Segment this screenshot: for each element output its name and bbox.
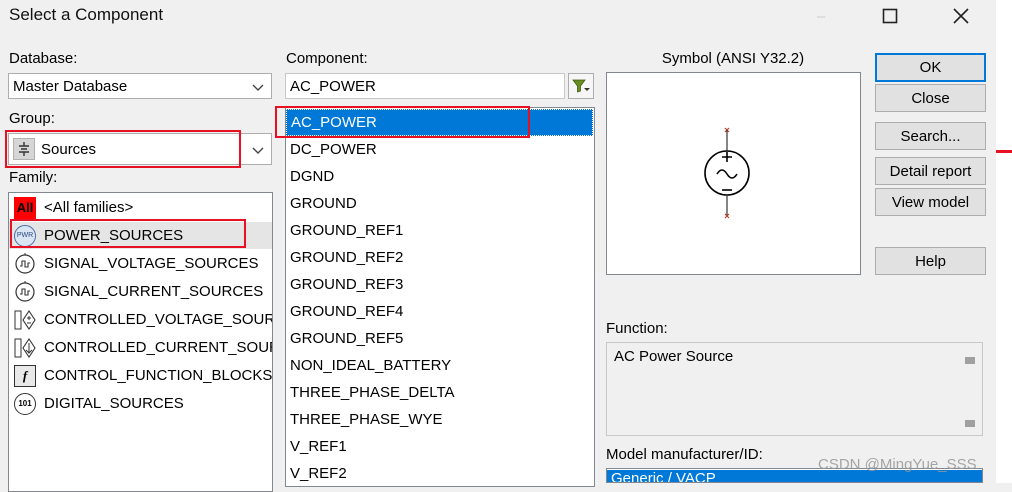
- family-item-control-function[interactable]: f CONTROL_FUNCTION_BLOCKS: [9, 362, 272, 389]
- scroll-up-icon[interactable]: [965, 357, 975, 364]
- database-value: Master Database: [13, 77, 128, 95]
- component-list[interactable]: AC_POWER DC_POWER DGND GROUND GROUND_REF…: [285, 107, 595, 487]
- component-item-label: GROUND_REF5: [290, 330, 404, 347]
- view-model-button[interactable]: View model: [875, 188, 986, 216]
- ac-source-symbol-icon: [704, 127, 750, 219]
- component-item[interactable]: GROUND: [286, 190, 357, 217]
- family-item-label: CONTROL_FUNCTION_BLOCKS: [44, 367, 273, 384]
- component-item[interactable]: DGND: [286, 163, 334, 190]
- minimize-button[interactable]: –: [798, 0, 844, 32]
- component-item-label: V_REF1: [290, 438, 347, 455]
- pwr-icon: PWR: [14, 224, 36, 247]
- component-item-label: V_REF2: [290, 465, 347, 482]
- function-textbox[interactable]: AC Power Source: [606, 342, 983, 436]
- family-item-digital[interactable]: 101 DIGITAL_SOURCES: [9, 390, 272, 417]
- window-title: Select a Component: [9, 5, 164, 24]
- component-item[interactable]: GROUND_REF5: [286, 325, 403, 352]
- watermark-text: CSDN @MingYue_SSS: [818, 456, 977, 473]
- component-item-label: GROUND_REF3: [290, 276, 404, 293]
- maximize-button[interactable]: [867, 0, 913, 32]
- controlled-current-icon: [14, 337, 36, 359]
- family-item-label: <All families>: [44, 199, 134, 216]
- scroll-down-icon[interactable]: [965, 420, 975, 427]
- help-button[interactable]: Help: [875, 247, 986, 275]
- component-item-label: THREE_PHASE_WYE: [290, 411, 443, 428]
- group-label: Group:: [9, 110, 55, 127]
- detail-report-button[interactable]: Detail report: [875, 157, 986, 185]
- sources-symbol-icon: [13, 138, 35, 160]
- symbol-preview: [606, 72, 861, 275]
- component-item[interactable]: DC_POWER: [286, 136, 377, 163]
- family-item-label: POWER_SOURCES: [44, 227, 184, 244]
- component-search-value: AC_POWER: [290, 77, 376, 95]
- background-window-edge: [996, 0, 1012, 483]
- filter-icon: [572, 79, 590, 93]
- component-item[interactable]: NON_IDEAL_BATTERY: [286, 352, 451, 379]
- digital-icon: 101: [14, 392, 36, 415]
- family-item-signal-current[interactable]: SIGNAL_CURRENT_SOURCES: [9, 278, 272, 305]
- family-list[interactable]: All <All families> PWR POWER_SOURCES SIG…: [8, 192, 273, 492]
- component-item-label: THREE_PHASE_DELTA: [290, 384, 455, 401]
- chevron-down-icon: [252, 84, 264, 91]
- chevron-down-icon: [252, 147, 264, 154]
- function-label: Function:: [606, 320, 668, 337]
- component-search-input[interactable]: AC_POWER: [285, 73, 565, 99]
- family-item-label: SIGNAL_VOLTAGE_SOURCES: [44, 255, 259, 272]
- model-manufacturer-label: Model manufacturer/ID:: [606, 446, 763, 463]
- component-item[interactable]: GROUND_REF4: [286, 298, 403, 325]
- component-item[interactable]: GROUND_REF2: [286, 244, 403, 271]
- square-icon: [882, 8, 898, 24]
- family-item-signal-voltage[interactable]: SIGNAL_VOLTAGE_SOURCES: [9, 250, 272, 277]
- control-function-icon: f: [14, 364, 36, 387]
- component-item-label: GROUND_REF1: [290, 222, 404, 239]
- search-button[interactable]: Search...: [875, 122, 986, 150]
- database-dropdown[interactable]: Master Database: [8, 73, 272, 99]
- model-item-label: Generic / VACP: [611, 470, 716, 483]
- family-item-controlled-voltage[interactable]: CONTROLLED_VOLTAGE_SOUR: [9, 306, 272, 333]
- family-item-label: SIGNAL_CURRENT_SOURCES: [44, 283, 264, 300]
- family-item-all[interactable]: All <All families>: [9, 194, 272, 221]
- family-item-label: CONTROLLED_CURRENT_SOUR: [44, 339, 273, 356]
- component-item[interactable]: V_REF1: [286, 433, 347, 460]
- component-item-selected[interactable]: AC_POWER: [286, 109, 593, 136]
- minimize-icon: –: [816, 7, 826, 25]
- background-red-mark: [996, 150, 1012, 153]
- family-item-label: CONTROLLED_VOLTAGE_SOUR: [44, 311, 273, 328]
- component-item-label: DGND: [290, 168, 335, 185]
- component-item-label: GROUND: [290, 195, 357, 212]
- component-item[interactable]: GROUND_REF3: [286, 271, 403, 298]
- function-value: AC Power Source: [614, 348, 734, 365]
- component-item-label: DC_POWER: [290, 141, 377, 158]
- component-item-label: NON_IDEAL_BATTERY: [290, 357, 452, 374]
- close-button[interactable]: Close: [875, 84, 986, 112]
- component-item[interactable]: THREE_PHASE_WYE: [286, 406, 443, 433]
- controlled-voltage-icon: [14, 309, 36, 331]
- component-item-label: GROUND_REF2: [290, 249, 404, 266]
- x-icon: [953, 8, 969, 24]
- signal-voltage-icon: [14, 252, 36, 275]
- all-icon: All: [14, 196, 36, 219]
- component-item[interactable]: GROUND_REF1: [286, 217, 403, 244]
- filter-button[interactable]: [568, 73, 594, 99]
- group-dropdown[interactable]: Sources: [8, 133, 272, 165]
- family-item-label: DIGITAL_SOURCES: [44, 395, 184, 412]
- component-label: Component:: [286, 50, 368, 67]
- close-window-button[interactable]: [938, 0, 984, 32]
- group-value: Sources: [41, 140, 97, 158]
- component-item-label: GROUND_REF4: [290, 303, 404, 320]
- family-item-controlled-current[interactable]: CONTROLLED_CURRENT_SOUR: [9, 334, 272, 361]
- family-item-power-sources[interactable]: PWR POWER_SOURCES: [9, 222, 272, 249]
- ok-button[interactable]: OK: [875, 53, 986, 82]
- component-item-label: AC_POWER: [291, 114, 377, 131]
- symbol-label: Symbol (ANSI Y32.2): [661, 50, 805, 67]
- signal-current-icon: [14, 280, 36, 303]
- database-label: Database:: [9, 50, 78, 67]
- component-item[interactable]: THREE_PHASE_DELTA: [286, 379, 455, 406]
- family-label: Family:: [9, 169, 58, 186]
